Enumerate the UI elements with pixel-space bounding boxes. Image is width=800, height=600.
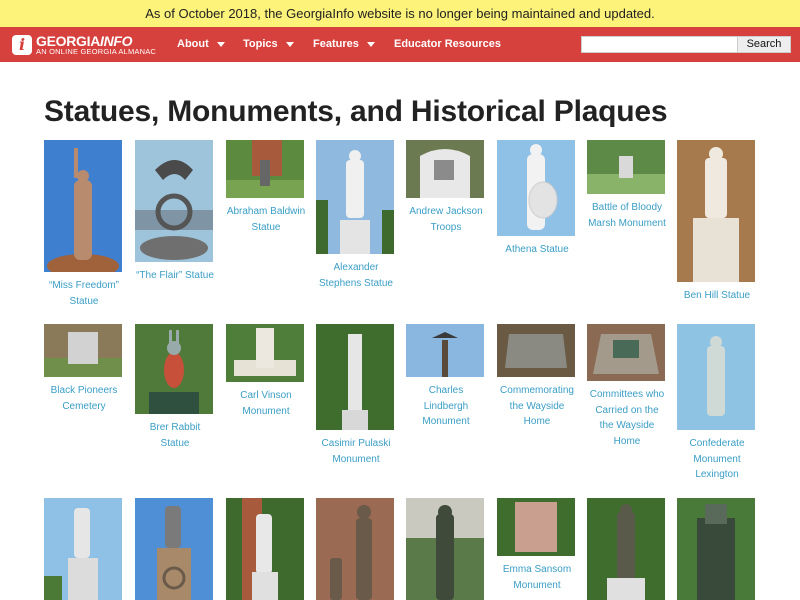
carl-vinson-photo[interactable] (226, 324, 304, 382)
tile-caption[interactable]: Andrew Jackson Troops (406, 204, 486, 235)
tile-the-flair[interactable]: “The Flair” Statue (135, 140, 215, 284)
tile-row3-4[interactable] (316, 498, 396, 600)
tile-confederate-lexington[interactable]: Confederate Monument Lexington (677, 324, 757, 483)
tile-commemorating-wayside[interactable]: Commemorating the Wayside Home (497, 324, 577, 430)
tile-caption[interactable]: Carl Vinson Monument (226, 388, 306, 419)
caret-down-icon (216, 41, 225, 47)
nav-about[interactable]: About (177, 27, 225, 62)
tile-row3-7[interactable] (587, 498, 667, 600)
monument-photo[interactable] (677, 498, 755, 600)
tile-athena[interactable]: Athena Statue (497, 140, 577, 258)
tile-caption[interactable]: Alexander Stephens Statue (316, 260, 396, 291)
tile-caption[interactable]: Emma Sansom Monument (497, 562, 577, 593)
tile-carl-vinson[interactable]: Carl Vinson Monument (226, 324, 306, 419)
tile-caption[interactable]: Charles Lindbergh Monument (406, 383, 486, 430)
charles-lindbergh-photo[interactable] (406, 324, 484, 377)
tile-row3-5[interactable] (406, 498, 486, 600)
tile-caption[interactable]: Committees who Carried on the the Waysid… (587, 387, 667, 449)
tile-abraham-baldwin[interactable]: Abraham Baldwin Statue (226, 140, 306, 235)
caret-down-icon (366, 41, 375, 47)
tile-alexander-stephens[interactable]: Alexander Stephens Statue (316, 140, 396, 291)
bloody-marsh-photo[interactable] (587, 140, 665, 194)
brer-rabbit-photo[interactable] (135, 324, 213, 414)
logo-name: GEORGIAINFO (36, 33, 133, 50)
alexander-stephens-photo[interactable] (316, 140, 394, 254)
search-button[interactable]: Search (737, 36, 791, 53)
commemorating-wayside-photo[interactable] (497, 324, 575, 377)
monument-photo[interactable] (406, 498, 484, 600)
nav-features[interactable]: Features (313, 27, 375, 62)
tile-committees-wayside[interactable]: Committees who Carried on the the Waysid… (587, 324, 667, 449)
site-logo[interactable]: i GEORGIAINFO AN ONLINE GEORGIA ALMANAC (12, 33, 156, 57)
tile-caption[interactable]: Casimir Pulaski Monument (316, 436, 396, 467)
the-flair-photo[interactable] (135, 140, 213, 262)
athena-photo[interactable] (497, 140, 575, 236)
tile-row3-3[interactable] (226, 498, 306, 600)
miss-freedom-photo[interactable] (44, 140, 122, 272)
emma-sansom-photo[interactable] (497, 498, 575, 556)
monument-photo[interactable] (226, 498, 304, 600)
notice-banner: As of October 2018, the GeorgiaInfo webs… (0, 0, 800, 27)
tile-caption[interactable]: Brer Rabbit Statue (135, 420, 215, 451)
tile-miss-freedom[interactable]: “Miss Freedom” Statue (44, 140, 124, 309)
tile-row3-1[interactable] (44, 498, 124, 600)
tile-andrew-jackson-troops[interactable]: Andrew Jackson Troops (406, 140, 486, 235)
casimir-pulaski-photo[interactable] (316, 324, 394, 430)
monument-photo[interactable] (587, 498, 665, 600)
tile-black-pioneers[interactable]: Black Pioneers Cemetery (44, 324, 124, 414)
search-input[interactable] (581, 36, 738, 53)
caret-down-icon (285, 41, 294, 47)
tile-caption[interactable]: Abraham Baldwin Statue (226, 204, 306, 235)
abraham-baldwin-photo[interactable] (226, 140, 304, 198)
tile-bloody-marsh[interactable]: Battle of Bloody Marsh Monument (587, 140, 667, 231)
black-pioneers-photo[interactable] (44, 324, 122, 377)
logo-text: GEORGIAINFO AN ONLINE GEORGIA ALMANAC (36, 34, 156, 56)
monument-photo[interactable] (316, 498, 394, 600)
tile-caption[interactable]: Battle of Bloody Marsh Monument (587, 200, 667, 231)
monument-photo[interactable] (135, 498, 213, 600)
confederate-lexington-photo[interactable] (677, 324, 755, 430)
tile-caption[interactable]: “The Flair” Statue (135, 268, 215, 284)
andrew-jackson-troops-photo[interactable] (406, 140, 484, 198)
tile-brer-rabbit[interactable]: Brer Rabbit Statue (135, 324, 215, 451)
info-logo-icon: i (12, 35, 32, 55)
tile-row3-2[interactable] (135, 498, 215, 600)
tile-caption[interactable]: Confederate Monument Lexington (677, 436, 757, 483)
tile-row3-8[interactable] (677, 498, 757, 600)
tile-caption[interactable]: Black Pioneers Cemetery (44, 383, 124, 414)
tile-caption[interactable]: Ben Hill Statue (677, 288, 757, 304)
tile-casimir-pulaski[interactable]: Casimir Pulaski Monument (316, 324, 396, 467)
tile-caption[interactable]: Athena Statue (497, 242, 577, 258)
committees-wayside-photo[interactable] (587, 324, 665, 381)
tile-ben-hill[interactable]: Ben Hill Statue (677, 140, 757, 304)
nav-topics[interactable]: Topics (243, 27, 294, 62)
tile-caption[interactable]: “Miss Freedom” Statue (44, 278, 124, 309)
monument-photo[interactable] (44, 498, 122, 600)
tile-charles-lindbergh[interactable]: Charles Lindbergh Monument (406, 324, 486, 430)
logo-tagline: AN ONLINE GEORGIA ALMANAC (36, 47, 157, 57)
page-title: Statues, Monuments, and Historical Plaqu… (44, 95, 668, 128)
nav-educator-resources[interactable]: Educator Resources (394, 27, 501, 62)
ben-hill-photo[interactable] (677, 140, 755, 282)
tile-caption[interactable]: Commemorating the Wayside Home (497, 383, 577, 430)
tile-emma-sansom[interactable]: Emma Sansom Monument (497, 498, 577, 593)
